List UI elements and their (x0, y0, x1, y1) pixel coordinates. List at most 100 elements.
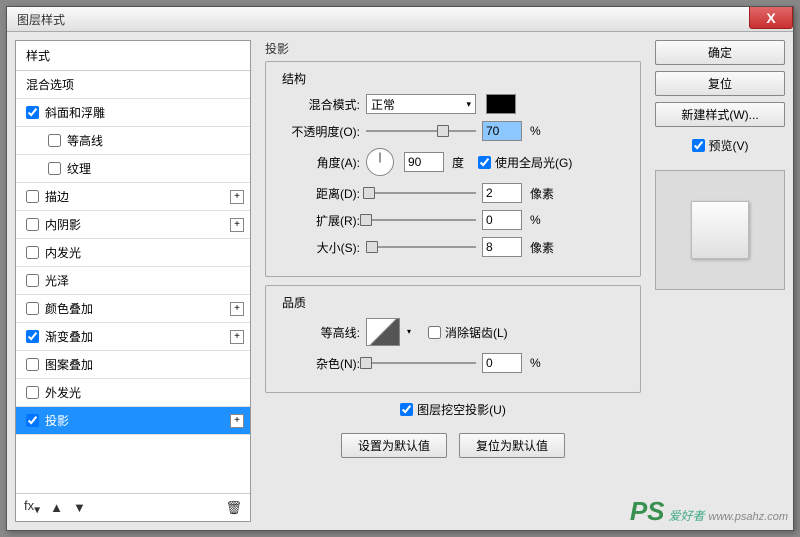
ok-button[interactable]: 确定 (655, 40, 785, 65)
angle-dial[interactable] (366, 148, 394, 176)
structure-title: 结构 (278, 70, 310, 87)
noise-input[interactable] (482, 353, 522, 373)
watermark-url: www.psahz.com (709, 511, 788, 523)
effect-item[interactable]: 渐变叠加 + (16, 323, 250, 351)
quality-fieldset: 品质 等高线: 消除锯齿(L) 杂色(N): % (265, 285, 641, 393)
effect-item[interactable]: 光泽 (16, 267, 250, 295)
effect-label: 投影 (45, 412, 69, 429)
effect-label: 光泽 (45, 272, 69, 289)
dialog-content: 样式 混合选项 斜面和浮雕等高线纹理描边+内阴影+内发光光泽颜色叠加+渐变叠加+… (7, 32, 793, 530)
reset-button[interactable]: 复位 (655, 71, 785, 96)
preview-input[interactable] (692, 139, 705, 152)
effect-label: 描边 (45, 188, 69, 205)
noise-label: 杂色(N): (278, 355, 360, 372)
angle-row: 角度(A): 度 使用全局光(G) (278, 148, 628, 176)
angle-input[interactable] (404, 152, 444, 172)
effect-label: 外发光 (45, 384, 81, 401)
effect-checkbox[interactable] (26, 190, 39, 203)
knockout-checkbox[interactable]: 图层挖空投影(U) (400, 401, 506, 418)
preview-checkbox[interactable]: 预览(V) (655, 137, 785, 154)
noise-unit: % (530, 356, 541, 370)
preview-label: 预览(V) (709, 137, 749, 154)
global-light-input[interactable] (478, 156, 491, 169)
antialias-label: 消除锯齿(L) (445, 324, 508, 341)
add-effect-icon[interactable]: + (230, 330, 244, 344)
add-effect-icon[interactable]: + (230, 218, 244, 232)
effect-item[interactable]: 内阴影+ (16, 211, 250, 239)
distance-row: 距离(D): 像素 (278, 183, 628, 203)
effect-item[interactable]: 颜色叠加 + (16, 295, 250, 323)
distance-slider[interactable] (366, 186, 476, 200)
effect-item[interactable]: 等高线 (16, 127, 250, 155)
watermark-ps: PS (630, 496, 665, 527)
antialias-input[interactable] (428, 326, 441, 339)
global-light-checkbox[interactable]: 使用全局光(G) (478, 154, 572, 171)
blend-mode-row: 混合模式: 正常 (278, 94, 628, 114)
watermark: PS 爱好者 www.psahz.com (630, 496, 788, 527)
effect-checkbox[interactable] (26, 218, 39, 231)
size-label: 大小(S): (278, 239, 360, 256)
opacity-slider[interactable] (366, 124, 476, 138)
settings-panel: 投影 结构 混合模式: 正常 不透明度(O): % (259, 40, 647, 522)
knockout-label: 图层挖空投影(U) (417, 401, 506, 418)
effect-label: 纹理 (67, 160, 91, 177)
effect-label: 颜色叠加 (45, 300, 93, 317)
effect-checkbox[interactable] (26, 106, 39, 119)
distance-input[interactable] (482, 183, 522, 203)
trash-icon[interactable]: 🗑 (225, 500, 242, 516)
shadow-color-swatch[interactable] (486, 94, 516, 114)
angle-unit: 度 (452, 154, 464, 171)
fx-icon[interactable]: fx▾ (24, 498, 40, 517)
opacity-input[interactable] (482, 121, 522, 141)
effect-item[interactable]: 外发光 (16, 379, 250, 407)
effect-checkbox[interactable] (48, 134, 61, 147)
add-effect-icon[interactable]: + (230, 190, 244, 204)
blend-options-item[interactable]: 混合选项 (16, 71, 250, 99)
effect-item[interactable]: 图案叠加 (16, 351, 250, 379)
effect-checkbox[interactable] (26, 414, 39, 427)
reset-default-button[interactable]: 复位为默认值 (459, 433, 565, 458)
effect-item[interactable]: 内发光 (16, 239, 250, 267)
effect-item[interactable]: 纹理 (16, 155, 250, 183)
distance-label: 距离(D): (278, 185, 360, 202)
effect-checkbox[interactable] (26, 246, 39, 259)
noise-slider[interactable] (366, 356, 476, 370)
blend-mode-dropdown[interactable]: 正常 (366, 94, 476, 114)
add-effect-icon[interactable]: + (230, 414, 244, 428)
opacity-label: 不透明度(O): (278, 123, 360, 140)
effect-checkbox[interactable] (26, 302, 39, 315)
effect-checkbox[interactable] (26, 386, 39, 399)
effect-item[interactable]: 斜面和浮雕 (16, 99, 250, 127)
effect-checkbox[interactable] (26, 330, 39, 343)
effect-item[interactable]: 描边 + (16, 183, 250, 211)
noise-row: 杂色(N): % (278, 353, 628, 373)
effect-label: 斜面和浮雕 (45, 104, 105, 121)
knockout-input[interactable] (400, 403, 413, 416)
preview-swatch (691, 201, 749, 259)
effect-checkbox[interactable] (26, 274, 39, 287)
close-button[interactable]: X (749, 7, 793, 29)
effect-checkbox[interactable] (26, 358, 39, 371)
contour-row: 等高线: 消除锯齿(L) (278, 318, 628, 346)
styles-footer: fx▾ ▲ ▼ 🗑 (16, 493, 250, 521)
effect-item[interactable]: 投影 + (16, 407, 250, 435)
down-icon[interactable]: ▼ (73, 500, 86, 515)
global-light-label: 使用全局光(G) (495, 154, 572, 171)
effect-checkbox[interactable] (48, 162, 61, 175)
angle-label: 角度(A): (278, 154, 360, 171)
up-icon[interactable]: ▲ (50, 500, 63, 515)
spread-input[interactable] (482, 210, 522, 230)
new-style-button[interactable]: 新建样式(W)... (655, 102, 785, 127)
add-effect-icon[interactable]: + (230, 302, 244, 316)
effect-label: 渐变叠加 (45, 328, 93, 345)
set-default-button[interactable]: 设置为默认值 (341, 433, 447, 458)
layer-style-dialog: 图层样式 X 样式 混合选项 斜面和浮雕等高线纹理描边+内阴影+内发光光泽颜色叠… (6, 6, 794, 531)
size-input[interactable] (482, 237, 522, 257)
antialias-checkbox[interactable]: 消除锯齿(L) (428, 324, 508, 341)
default-buttons: 设置为默认值 复位为默认值 (265, 433, 641, 458)
size-slider[interactable] (366, 240, 476, 254)
spread-slider[interactable] (366, 213, 476, 227)
effect-label: 等高线 (67, 132, 103, 149)
opacity-row: 不透明度(O): % (278, 121, 628, 141)
contour-picker[interactable] (366, 318, 400, 346)
